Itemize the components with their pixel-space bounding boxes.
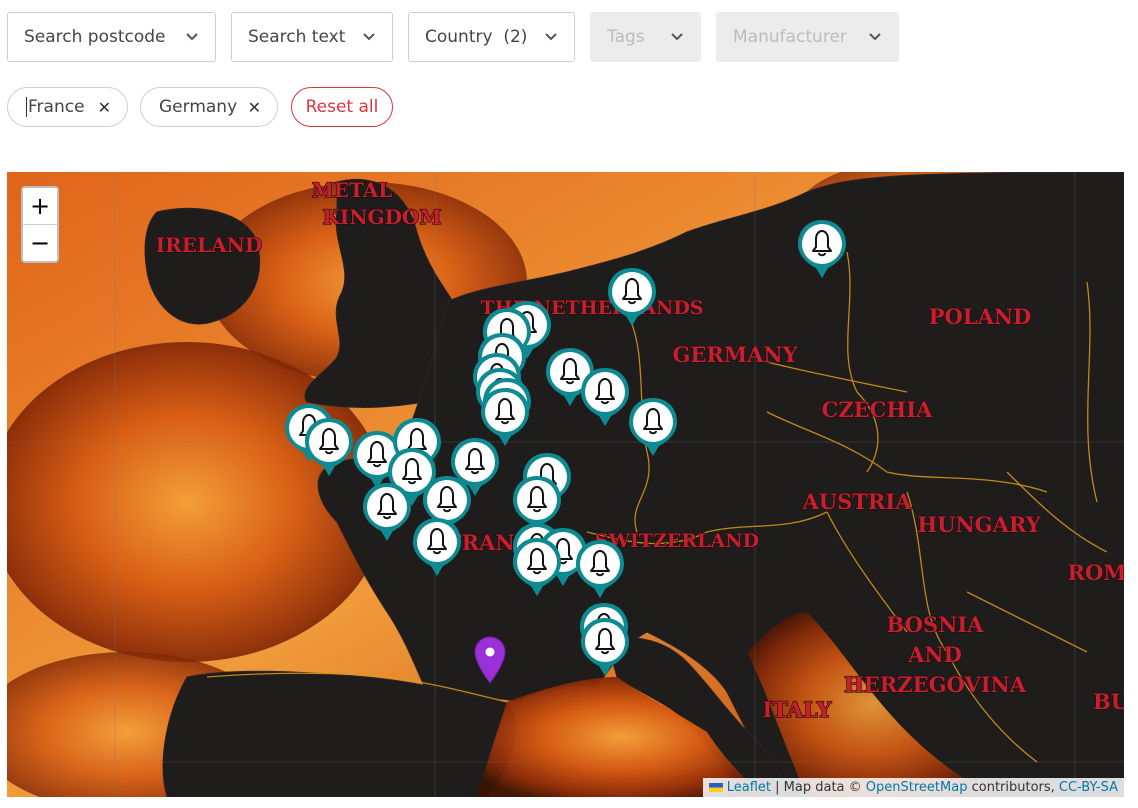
label-bosnia: BOSNIA [887,612,985,637]
country-label: Country (2) [425,27,528,47]
label-poland: POLAND [929,304,1032,329]
map-attribution: Leaflet | Map data © OpenStreetMap contr… [702,778,1124,797]
country-dropdown[interactable]: Country (2) [408,12,575,62]
remove-chip-icon[interactable]: ✕ [248,98,261,117]
bell-marker[interactable] [511,536,563,598]
label-hungary: HUNGARY [917,512,1041,537]
chevron-down-icon [670,32,684,42]
osm-link[interactable]: OpenStreetMap [866,780,968,795]
bell-marker[interactable] [303,416,355,478]
country-chip-france: France ✕ [7,87,128,127]
bell-marker[interactable] [579,366,631,428]
label-germany: GERMANY [672,342,798,367]
zoom-out-button[interactable]: − [23,224,57,261]
postcode-search-dropdown[interactable]: Search postcode [7,12,216,62]
label-bulgaria: BU [1093,689,1124,714]
label-ireland: IRELAND [156,233,262,257]
chevron-down-icon [185,32,199,42]
bell-marker[interactable] [606,266,658,328]
country-chip-germany: Germany ✕ [140,87,278,127]
leaflet-link[interactable]: Leaflet [727,780,771,795]
label-metal-kingdom-2: KINGDOM [322,205,441,229]
ukraine-flag-icon [708,783,723,792]
label-metal-kingdom: METAL [312,178,393,202]
map-view[interactable]: METAL KINGDOM IRELAND THE NETHERLANDS GE… [7,172,1124,797]
bell-marker[interactable] [579,616,631,678]
bell-marker[interactable] [361,481,413,543]
label-italy: ITALY [762,697,832,722]
chevron-down-icon [544,32,558,42]
chip-label: France [26,97,98,117]
label-romania: ROM [1068,560,1125,585]
tags-dropdown[interactable]: Tags [590,12,701,62]
label-czechia: CZECHIA [822,397,933,422]
label-herzegovina: HERZEGOVINA [844,672,1027,697]
bell-marker[interactable] [574,538,626,600]
remove-chip-icon[interactable]: ✕ [98,98,111,117]
tags-label: Tags [607,27,645,47]
license-link[interactable]: CC-BY-SA [1059,780,1118,795]
manufacturer-label: Manufacturer [733,27,847,47]
zoom-in-button[interactable]: + [23,188,57,224]
attribution-sep: | Map data © [771,780,866,795]
map-pin-icon[interactable] [473,635,507,685]
chevron-down-icon [868,32,882,42]
label-austria: AUSTRIA [802,489,913,514]
label-bosnia-and: AND [907,642,962,667]
zoom-control: + − [21,186,59,263]
bell-marker[interactable] [411,516,463,578]
attribution-contrib: contributors, [967,780,1059,795]
bell-marker[interactable] [796,218,848,280]
text-search-dropdown[interactable]: Search text [231,12,393,62]
bell-marker[interactable] [627,396,679,458]
reset-all-button[interactable]: Reset all [291,87,393,127]
text-search-label: Search text [248,27,346,47]
chip-label: Germany [159,97,238,117]
manufacturer-dropdown[interactable]: Manufacturer [716,12,899,62]
chevron-down-icon [362,32,376,42]
postcode-search-label: Search postcode [24,27,166,47]
